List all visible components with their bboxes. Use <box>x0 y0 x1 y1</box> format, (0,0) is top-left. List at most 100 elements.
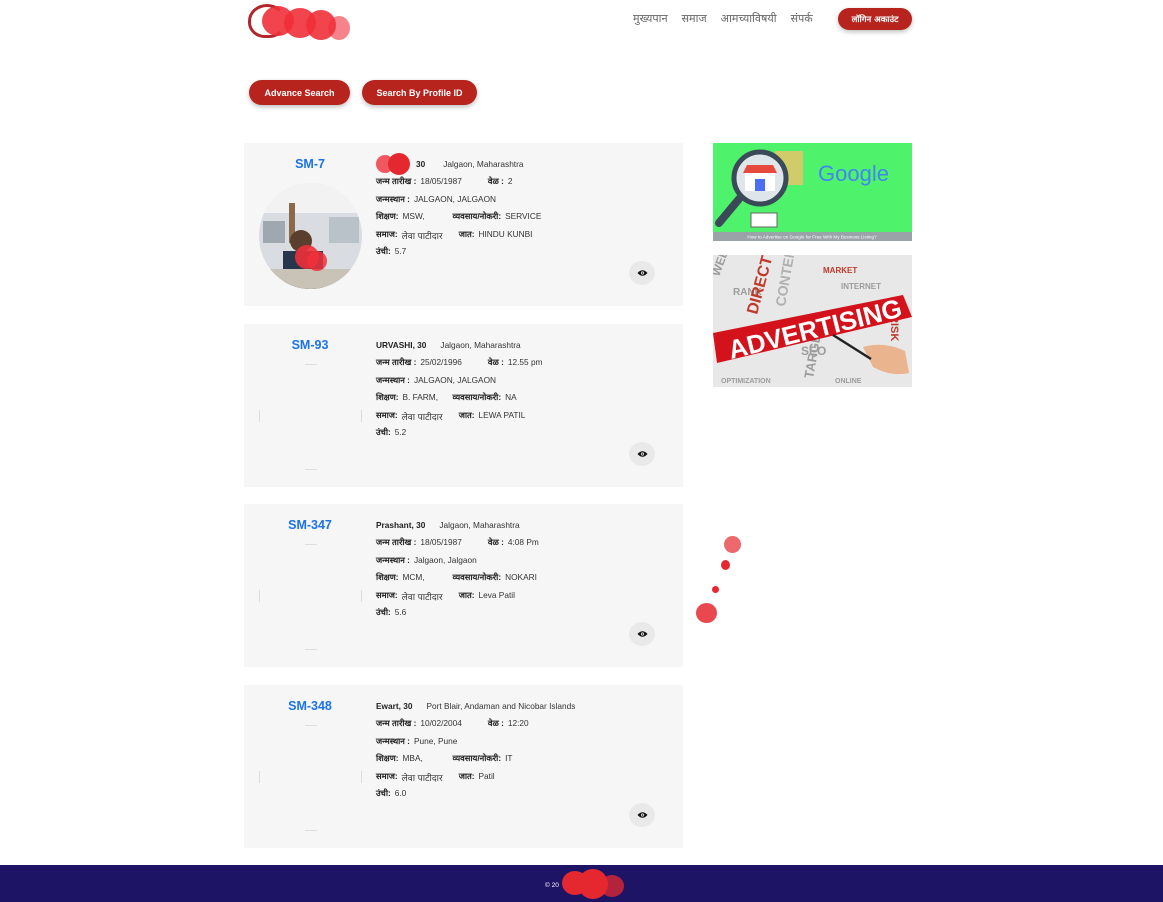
profile-id[interactable]: SM-7 <box>244 157 376 171</box>
view-profile-eye-icon[interactable] <box>629 261 655 285</box>
dob-label: जन्म तारीख : <box>376 718 417 729</box>
time-label: वेळ : <box>487 537 504 548</box>
copyright-text: © 20 <box>545 882 559 889</box>
profile-name-age: URVASHI, 30 <box>376 340 427 350</box>
height-label: उंची: <box>376 606 391 617</box>
site-footer: © 20 <box>0 865 1163 902</box>
svg-text:INTERNET: INTERNET <box>841 282 881 291</box>
birthplace-value: Pune, Pune <box>413 735 458 746</box>
advertising-ad-illustration: WEBSITE RANK DIRECT CONTENT MARKET INTER… <box>713 255 912 387</box>
caste-label: जात: <box>458 409 475 420</box>
dob-label: जन्म तारीख : <box>376 537 417 548</box>
caste-label: जात: <box>458 589 475 600</box>
height-label: उंची: <box>376 787 391 798</box>
height-label: उंची: <box>376 426 391 437</box>
occupation-value: NOKARI <box>505 572 537 583</box>
google-ad-illustration: Google How to Advertise on Google for Fr… <box>713 143 912 241</box>
profile-info: Ewart, 30 Port Blair, Andaman and Nicobar… <box>376 701 575 805</box>
occupation-label: व्यवसाय/नोकरी: <box>452 211 502 222</box>
nav-contact[interactable]: संपर्क <box>791 11 813 26</box>
profile-name-age: Ewart, 30 <box>376 701 413 711</box>
caste-value: Leva Patil <box>478 589 515 600</box>
profile-id[interactable]: SM-347 <box>244 518 376 532</box>
caste-label: जात: <box>458 770 475 781</box>
view-profile-eye-icon[interactable] <box>629 803 655 827</box>
profile-location: Port Blair, Andaman and Nicobar Islands <box>426 701 576 711</box>
birthplace-label: जन्मस्थान : <box>376 193 410 204</box>
svg-text:MARKET: MARKET <box>823 266 857 275</box>
profile-id[interactable]: SM-93 <box>244 338 376 352</box>
profile-info: URVASHI, 30 Jalgaon, Maharashtra जन्म तार… <box>376 340 542 444</box>
dob-value: 18/05/1987 <box>420 176 462 187</box>
time-value: 2 <box>507 176 513 187</box>
caste-label: जात: <box>458 228 475 239</box>
ad1-caption: How to Advertise on Google for Free With… <box>747 235 877 240</box>
height-value: 5.6 <box>394 606 407 617</box>
name-redaction <box>376 153 414 175</box>
profile-card[interactable]: SM-347 Prashant, 30 Jalgaon, Maharashtra … <box>244 504 683 667</box>
education-value: B. FARM, <box>402 392 439 403</box>
dob-value: 25/02/1996 <box>420 357 462 368</box>
birthplace-value: JALGAON, JALGAON <box>413 374 497 385</box>
search-by-profile-id-button[interactable]: Search By Profile ID <box>362 80 477 105</box>
view-profile-eye-icon[interactable] <box>629 442 655 466</box>
education-value: MBA, <box>402 753 423 764</box>
time-value: 4:08 Pm <box>507 537 539 548</box>
caste-value: LEWA PATIL <box>478 409 526 420</box>
education-label: शिक्षण: <box>376 753 399 764</box>
occupation-label: व्यवसाय/नोकरी: <box>452 753 502 764</box>
caste-value: HINDU KUNBI <box>478 228 533 239</box>
nav-community[interactable]: समाज <box>682 11 707 26</box>
education-label: शिक्षण: <box>376 392 399 403</box>
occupation-value: SERVICE <box>505 211 542 222</box>
community-label: समाज: <box>376 770 398 781</box>
svg-text:OPTIMIZATION: OPTIMIZATION <box>721 378 771 385</box>
google-ad-banner[interactable]: Google How to Advertise on Google for Fr… <box>713 143 912 241</box>
height-value: 6.0 <box>394 787 407 798</box>
profile-card[interactable]: SM-93 URVASHI, 30 Jalgaon, Maharashtra जन… <box>244 324 683 487</box>
time-label: वेळ : <box>487 176 504 187</box>
dob-value: 10/02/2004 <box>420 718 462 729</box>
site-logo[interactable] <box>246 2 352 42</box>
occupation-label: व्यवसाय/नोकरी: <box>452 392 502 403</box>
education-label: शिक्षण: <box>376 572 399 583</box>
dob-label: जन्म तारीख : <box>376 357 417 368</box>
nav-about[interactable]: आमच्याविषयी <box>721 11 777 26</box>
profile-location: Jalgaon, Maharashtra <box>440 340 521 350</box>
community-value: लेवा पाटीदार <box>401 591 443 602</box>
profile-info: Prashant, 30 Jalgaon, Maharashtra जन्म ता… <box>376 520 539 624</box>
advance-search-button[interactable]: Advance Search <box>249 80 350 105</box>
community-label: समाज: <box>376 589 398 600</box>
community-value: लेवा पाटीदार <box>401 411 443 422</box>
nav-home[interactable]: मुख्यपान <box>633 11 668 26</box>
height-value: 5.7 <box>394 245 407 256</box>
profile-photo-placeholder <box>259 364 362 470</box>
profile-photo-placeholder <box>259 544 362 650</box>
education-value: MSW, <box>402 211 425 222</box>
profile-photo-placeholder <box>259 725 362 831</box>
main-nav: मुख्यपान समाज आमच्याविषयी संपर्क <box>633 11 813 26</box>
profile-info: 30 Jalgaon, Maharashtra जन्म तारीख :18/05… <box>376 153 542 263</box>
profile-photo[interactable] <box>259 183 362 289</box>
birthplace-label: जन्मस्थान : <box>376 374 410 385</box>
profile-card[interactable]: SM-348 Ewart, 30 Port Blair, Andaman and … <box>244 685 683 848</box>
ad1-brand-text: Google <box>818 161 889 186</box>
profile-name-age: 30 <box>416 159 426 169</box>
svg-text:ONLINE: ONLINE <box>835 378 862 385</box>
time-label: वेळ : <box>487 357 504 368</box>
advertising-ad-banner[interactable]: WEBSITE RANK DIRECT CONTENT MARKET INTER… <box>713 255 912 387</box>
login-button[interactable]: लॉगिन अकाउंट <box>838 8 912 30</box>
height-label: उंची: <box>376 245 391 256</box>
view-profile-eye-icon[interactable] <box>629 622 655 646</box>
birthplace-value: JALGAON, JALGAON <box>413 193 497 204</box>
profile-location: Jalgaon, Maharashtra <box>443 159 524 169</box>
occupation-value: NA <box>505 392 517 403</box>
profile-card[interactable]: SM-7 30 Jalgaon, Maharashtra जन्म तारीख … <box>244 143 683 306</box>
education-value: MCM, <box>402 572 425 583</box>
occupation-value: IT <box>505 753 513 764</box>
birthplace-label: जन्मस्थान : <box>376 735 410 746</box>
profile-id[interactable]: SM-348 <box>244 699 376 713</box>
occupation-label: व्यवसाय/नोकरी: <box>452 572 502 583</box>
community-label: समाज: <box>376 409 398 420</box>
dob-label: जन्म तारीख : <box>376 176 417 187</box>
